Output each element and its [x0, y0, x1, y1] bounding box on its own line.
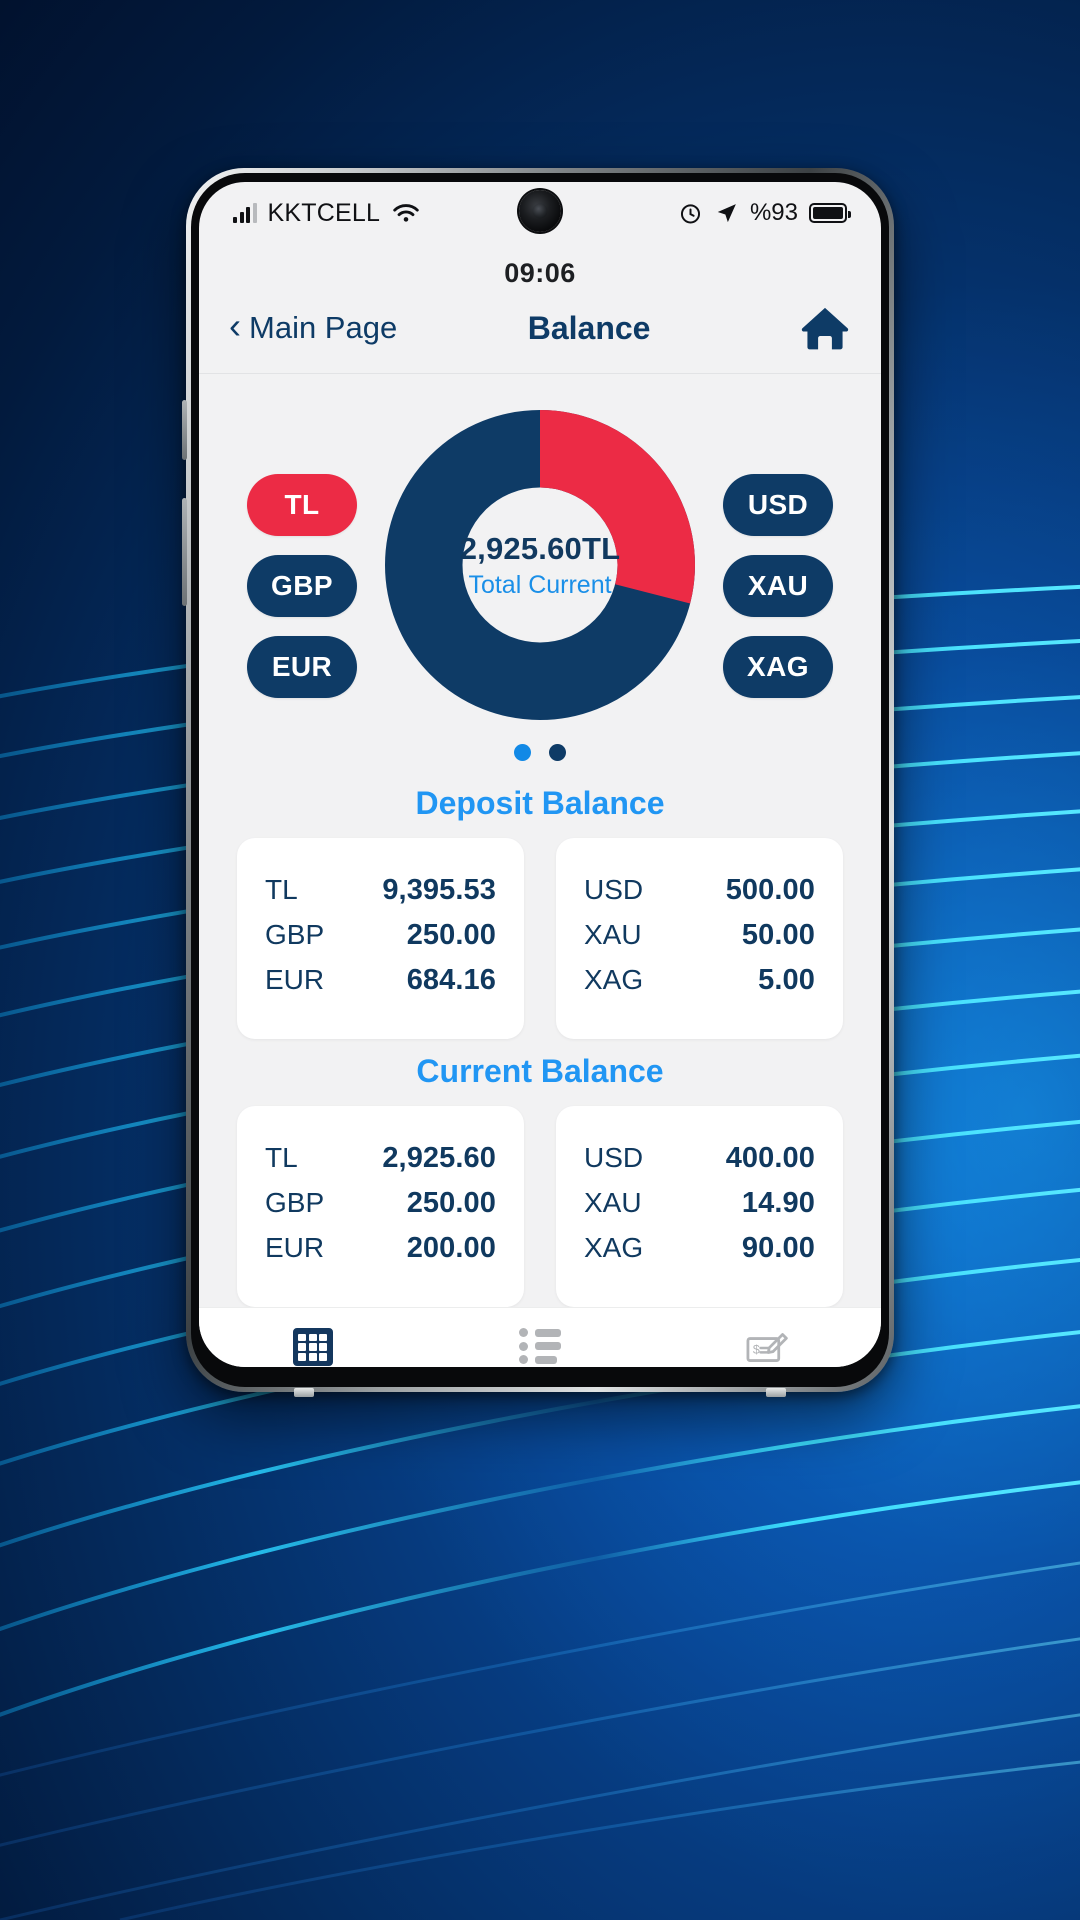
row-key: USD: [584, 874, 644, 905]
row-value: 90.00: [741, 1232, 815, 1264]
app-bar: ‹ Main Page Balance: [199, 295, 881, 374]
bulleted-list-icon: [518, 1328, 561, 1364]
current-balance-title: Current Balance: [416, 1053, 664, 1089]
row-value: 50.00: [741, 919, 815, 951]
table-row: GBP 250.00: [265, 1181, 496, 1226]
table-row: TL 2,925.60: [265, 1136, 496, 1181]
signal-bars-icon: [233, 203, 257, 223]
currency-chip-xag[interactable]: XAG: [723, 636, 833, 698]
alarm-icon: [680, 203, 700, 223]
battery-percent-label: %93: [749, 199, 798, 226]
deposit-balance-title: Deposit Balance: [415, 785, 665, 821]
balance-chart-section: TL GBP EUR 2,925.60TL Total Current USD …: [199, 374, 881, 720]
nav-item-my-accounts[interactable]: My Accounts: [426, 1328, 653, 1367]
donut-total-value: 2,925.60TL: [459, 530, 621, 566]
currency-chip-gbp[interactable]: GBP: [247, 555, 357, 617]
status-bar: KKTCELL %93: [199, 182, 881, 244]
chevron-left-icon: ‹: [229, 305, 241, 347]
status-bar-right: %93: [678, 199, 851, 227]
pagination-dot-2[interactable]: [549, 744, 566, 761]
currency-chip-xau[interactable]: XAU: [723, 555, 833, 617]
nav-item-my-assets[interactable]: My Assets: [199, 1328, 426, 1367]
row-value: 9,395.53: [382, 874, 496, 906]
currency-chip-tl[interactable]: TL: [247, 474, 357, 536]
row-key: EUR: [265, 964, 325, 995]
row-value: 14.90: [741, 1187, 815, 1219]
donut-total-label: Total Current: [468, 570, 612, 599]
table-row: EUR 200.00: [265, 1226, 496, 1271]
row-key: XAG: [584, 1232, 644, 1263]
page-title: Balance: [527, 309, 651, 346]
row-value: 250.00: [406, 919, 496, 951]
carousel-pagination: [199, 720, 881, 771]
row-key: XAU: [584, 919, 642, 950]
row-value: 500.00: [725, 874, 815, 906]
row-key: TL: [265, 874, 298, 905]
cheque-edit-icon: $: [746, 1333, 789, 1362]
phone-side-button-bottom[interactable]: [182, 498, 187, 606]
back-button-label: Main Page: [249, 310, 398, 345]
phone-screen: KKTCELL %93 09:06 ‹ Main Page Balance TL…: [199, 182, 881, 1367]
phone-frame-seam-right: [766, 1388, 786, 1397]
phone-device-frame: KKTCELL %93 09:06 ‹ Main Page Balance TL…: [182, 168, 894, 1397]
carrier-label: KKTCELL: [267, 198, 381, 227]
battery-full-icon: [809, 203, 851, 223]
bottom-navigation-bar: My Assets My Accounts $: [199, 1307, 881, 1367]
deposit-balance-cards: TL 9,395.53 GBP 250.00 EUR 684.16 USD 50…: [199, 838, 881, 1039]
table-row: XAG 5.00: [584, 958, 815, 1003]
phone-bezel: KKTCELL %93 09:06 ‹ Main Page Balance TL…: [191, 173, 889, 1387]
row-value: 5.00: [758, 964, 815, 996]
back-button[interactable]: ‹ Main Page: [229, 305, 398, 347]
pagination-dot-1[interactable]: [514, 744, 531, 761]
row-value: 2,925.60: [382, 1142, 496, 1174]
current-card-left[interactable]: TL 2,925.60 GBP 250.00 EUR 200.00: [237, 1106, 524, 1307]
row-key: TL: [265, 1142, 298, 1173]
table-row: XAG 90.00: [584, 1226, 815, 1271]
donut-chart[interactable]: 2,925.60TL Total Current: [385, 410, 695, 720]
phone-frame-seam-left: [294, 1388, 314, 1397]
currency-chip-eur[interactable]: EUR: [247, 636, 357, 698]
currency-chips-right: USD XAU XAG: [723, 410, 833, 698]
table-row: USD 500.00: [584, 868, 815, 913]
clock-label: 09:06: [504, 258, 576, 288]
row-value: 400.00: [725, 1142, 815, 1174]
row-key: EUR: [265, 1232, 325, 1263]
status-bar-left: KKTCELL: [233, 199, 421, 228]
nav-item-my-cheques[interactable]: $ My Cheques: [654, 1328, 881, 1367]
deposit-card-left[interactable]: TL 9,395.53 GBP 250.00 EUR 684.16: [237, 838, 524, 1039]
table-row: XAU 14.90: [584, 1181, 815, 1226]
table-row: EUR 684.16: [265, 958, 496, 1003]
table-row: GBP 250.00: [265, 913, 496, 958]
currency-chips-left: TL GBP EUR: [247, 410, 357, 698]
currency-chip-usd[interactable]: USD: [723, 474, 833, 536]
row-key: GBP: [265, 1187, 325, 1218]
front-camera-punchhole: [519, 190, 561, 232]
current-card-right[interactable]: USD 400.00 XAU 14.90 XAG 90.00: [556, 1106, 843, 1307]
location-arrow-icon: [717, 203, 736, 222]
table-row: XAU 50.00: [584, 913, 815, 958]
current-balance-cards: TL 2,925.60 GBP 250.00 EUR 200.00 USD 40…: [199, 1106, 881, 1307]
row-key: USD: [584, 1142, 644, 1173]
home-icon[interactable]: [799, 305, 851, 351]
wifi-icon: [393, 204, 419, 222]
table-row: USD 400.00: [584, 1136, 815, 1181]
phone-side-button-top[interactable]: [182, 400, 187, 460]
wallpaper-background: KKTCELL %93 09:06 ‹ Main Page Balance TL…: [0, 0, 1080, 1920]
deposit-card-right[interactable]: USD 500.00 XAU 50.00 XAG 5.00: [556, 838, 843, 1039]
donut-center-labels: 2,925.60TL Total Current: [385, 410, 695, 720]
svg-text:$: $: [753, 1343, 760, 1357]
row-value: 684.16: [406, 964, 496, 996]
row-key: XAU: [584, 1187, 642, 1218]
row-value: 200.00: [406, 1232, 496, 1264]
row-key: XAG: [584, 964, 644, 995]
table-row: TL 9,395.53: [265, 868, 496, 913]
grid-table-icon: [292, 1328, 333, 1366]
row-key: GBP: [265, 919, 325, 950]
row-value: 250.00: [406, 1187, 496, 1219]
